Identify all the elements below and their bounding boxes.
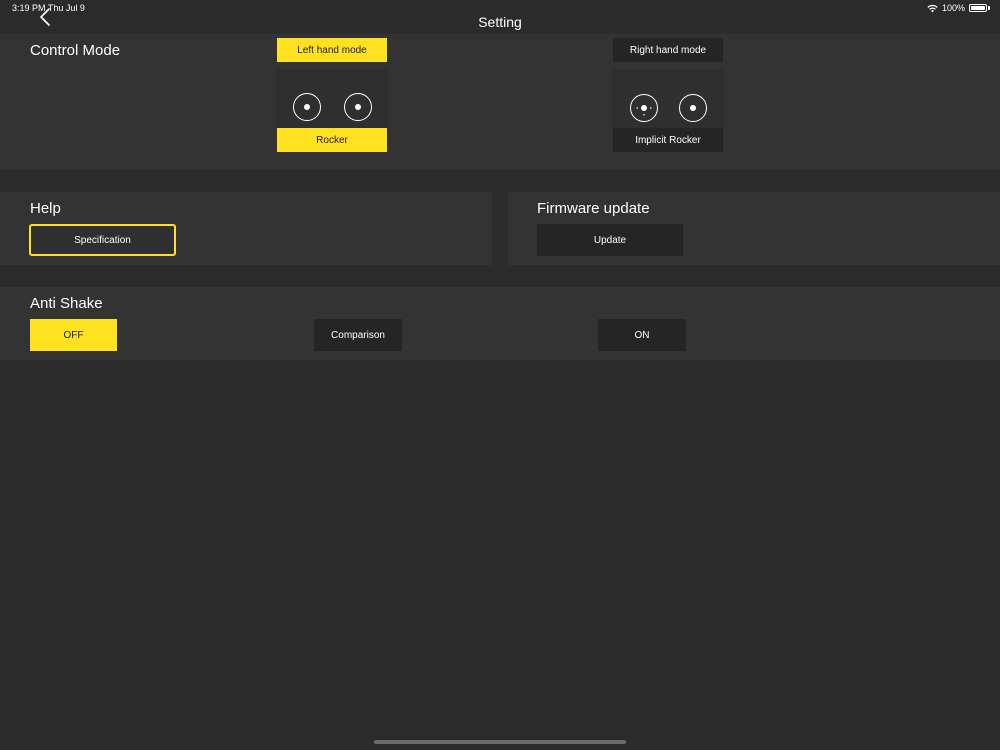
update-button[interactable]: Update (537, 224, 683, 256)
control-mode-title: Control Mode (30, 42, 121, 59)
specification-button[interactable]: Specification (29, 224, 176, 256)
implicit-left-joystick-icon (630, 94, 658, 122)
anti-shake-on-button[interactable]: ON (598, 319, 686, 351)
right-hand-mode-button[interactable]: Right hand mode (613, 38, 723, 62)
anti-shake-comparison-button[interactable]: Comparison (314, 319, 402, 351)
rocker-button[interactable]: Rocker (277, 128, 387, 152)
firmware-update-panel: Firmware update Update (508, 192, 1000, 265)
control-mode-panel: Control Mode Left hand mode Right hand m… (0, 34, 1000, 170)
help-panel: Help Specification (0, 192, 492, 265)
implicit-right-joystick-icon (679, 94, 707, 122)
nav-bar: Setting (0, 0, 1000, 34)
help-title: Help (30, 200, 61, 217)
left-joystick-icon (293, 93, 321, 121)
page-title: Setting (478, 14, 522, 30)
left-hand-mode-button[interactable]: Left hand mode (277, 38, 387, 62)
anti-shake-panel: Anti Shake OFF Comparison ON (0, 287, 1000, 360)
direction-marks-icon (635, 106, 653, 117)
implicit-rocker-button[interactable]: Implicit Rocker (613, 128, 723, 152)
anti-shake-off-button[interactable]: OFF (30, 319, 117, 351)
right-joystick-icon (344, 93, 372, 121)
firmware-update-title: Firmware update (537, 200, 650, 217)
implicit-rocker-mode-card[interactable]: Implicit Rocker (613, 70, 723, 152)
rocker-mode-card[interactable]: Rocker (277, 70, 387, 152)
anti-shake-title: Anti Shake (30, 295, 103, 312)
home-indicator[interactable] (374, 740, 626, 744)
